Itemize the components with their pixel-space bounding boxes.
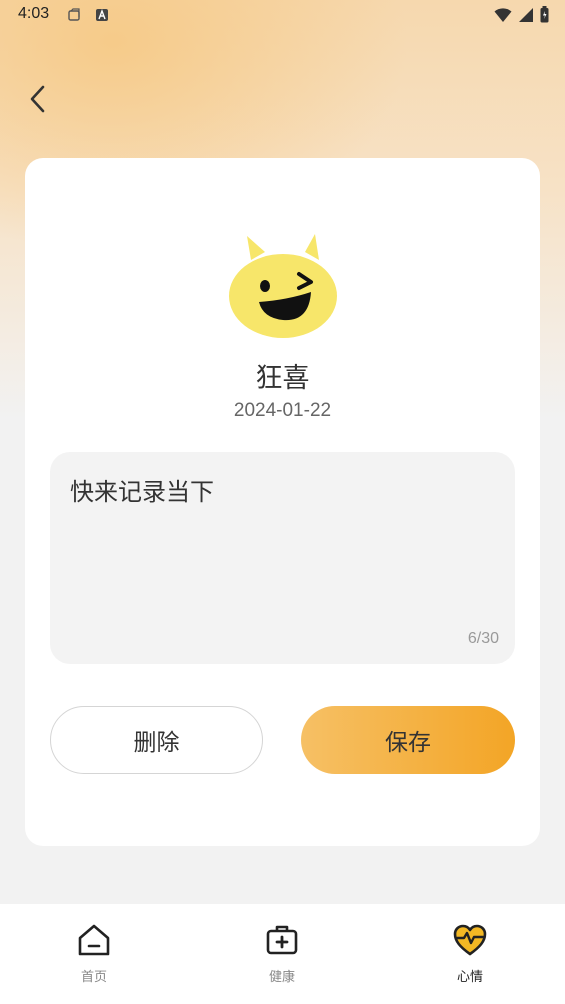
tab-mood[interactable]: 心情 (425, 922, 515, 992)
home-icon (78, 924, 110, 956)
mood-date: 2024-01-22 (233, 400, 332, 421)
note-input[interactable]: 快来记录当下 6/30 (50, 452, 515, 664)
tab-mood-label: 心情 (456, 970, 483, 985)
tab-health[interactable]: 健康 (237, 922, 327, 992)
mood-name: 狂喜 (255, 363, 310, 394)
note-char-count: 6/30 (467, 630, 499, 647)
notification-icon (68, 8, 80, 21)
save-button[interactable]: 保存 (301, 706, 515, 774)
chevron-left-icon (30, 85, 45, 113)
ecstatic-emoji-icon (229, 234, 337, 338)
delete-button[interactable]: 删除 (50, 706, 263, 774)
status-icons (494, 6, 549, 23)
tab-home-label: 首页 (80, 970, 107, 985)
mood-card: 狂喜 2024-01-22 快来记录当下 6/30 删除 保存 (25, 158, 540, 846)
status-bar: 4:03 (0, 0, 565, 32)
battery-icon (540, 6, 549, 23)
tab-home[interactable]: 首页 (49, 922, 139, 992)
heart-pulse-icon (453, 924, 487, 956)
signal-icon (519, 7, 533, 22)
back-button[interactable] (20, 82, 54, 116)
status-time: 4:03 (18, 5, 50, 22)
wifi-icon (494, 7, 512, 22)
tab-health-label: 健康 (268, 970, 295, 985)
bottom-tab-bar: 首页 健康 心情 (0, 904, 565, 1004)
a-notification-icon (96, 9, 108, 21)
medical-kit-icon (266, 925, 298, 955)
note-placeholder: 快来记录当下 (70, 478, 214, 506)
